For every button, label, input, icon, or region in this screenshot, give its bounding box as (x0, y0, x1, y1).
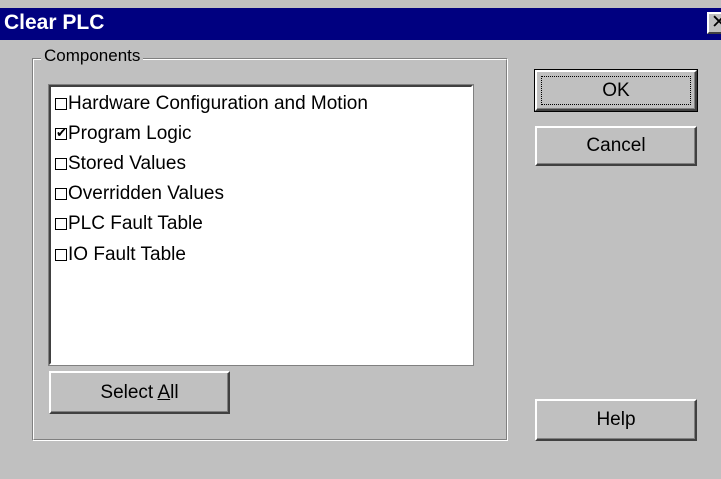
ok-label: OK (602, 79, 630, 101)
checkmark-icon: ✔ (56, 125, 67, 140)
checkbox[interactable] (55, 188, 67, 200)
clear-plc-dialog: Clear PLC ✕ Components Hardware Configur… (0, 0, 721, 479)
list-item-label: Stored Values (68, 153, 186, 174)
list-item-overridden-values[interactable]: Overridden Values (55, 181, 224, 207)
list-item-io-fault-table[interactable]: IO Fault Table (55, 242, 186, 268)
title-bar[interactable]: Clear PLC ✕ (0, 8, 721, 40)
list-item-plc-fault-table[interactable]: PLC Fault Table (55, 211, 203, 237)
list-item-label: IO Fault Table (68, 244, 186, 265)
checkbox[interactable] (55, 98, 67, 110)
checkbox[interactable]: ✔ (55, 125, 67, 140)
close-icon: ✕ (711, 12, 721, 33)
cancel-button[interactable]: Cancel (535, 126, 697, 166)
list-item-label: Program Logic (68, 123, 192, 144)
list-item-label: Hardware Configuration and Motion (68, 93, 368, 114)
list-item-stored-values[interactable]: Stored Values (55, 151, 186, 177)
ok-button[interactable]: OK (534, 69, 698, 112)
help-label: Help (596, 409, 636, 430)
window-title: Clear PLC (4, 11, 105, 34)
list-item-program-logic[interactable]: ✔ Program Logic (55, 121, 192, 147)
close-button[interactable]: ✕ (707, 12, 721, 34)
components-checklist[interactable]: Hardware Configuration and Motion ✔ Prog… (48, 84, 474, 366)
checkbox[interactable] (55, 218, 67, 230)
list-item-hardware-configuration[interactable]: Hardware Configuration and Motion (55, 91, 368, 117)
components-group-label: Components (41, 45, 144, 67)
select-all-label: Select All (100, 381, 179, 403)
checkbox[interactable] (55, 249, 67, 261)
list-item-label: PLC Fault Table (68, 213, 203, 234)
help-button[interactable]: Help (535, 399, 697, 441)
select-all-button[interactable]: Select All (49, 371, 230, 414)
cancel-label: Cancel (586, 135, 646, 156)
list-item-label: Overridden Values (68, 183, 224, 204)
checkbox[interactable] (55, 158, 67, 170)
